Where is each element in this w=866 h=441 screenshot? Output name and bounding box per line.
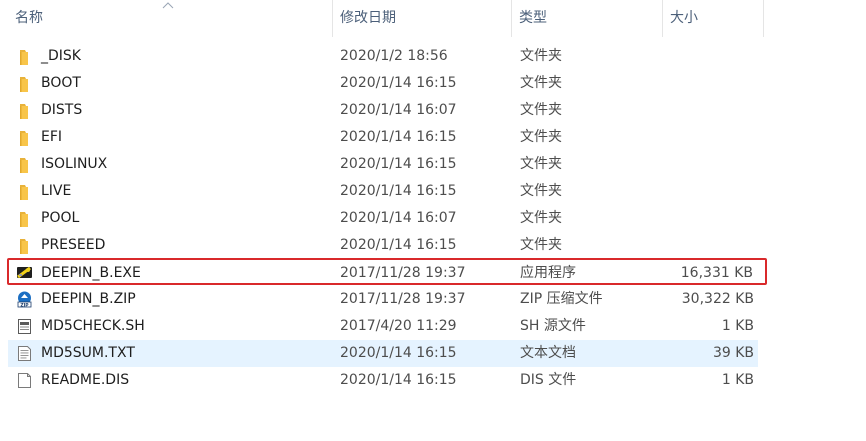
column-size-label: 大小	[670, 10, 698, 26]
column-header: 名称 修改日期 类型 大小	[0, 0, 866, 37]
file-row[interactable]: _DISK 2020/1/2 18:56 文件夹	[8, 43, 758, 70]
column-type[interactable]: 类型	[512, 0, 662, 37]
file-row[interactable]: README.DIS 2020/1/14 16:15 DIS 文件 1 KB	[8, 367, 758, 394]
file-name: README.DIS	[41, 372, 130, 388]
file-type: ZIP 压缩文件	[520, 291, 603, 307]
file-name: DEEPIN_B.ZIP	[41, 291, 136, 307]
file-date: 2017/11/28 19:37	[340, 265, 466, 281]
file-name: DEEPIN_B.EXE	[41, 265, 141, 281]
file-date: 2020/1/14 16:15	[340, 156, 457, 172]
file-row[interactable]: ISOLINUX 2020/1/14 16:15 文件夹	[8, 151, 758, 178]
column-date-label: 修改日期	[340, 10, 396, 26]
folder-icon	[16, 129, 33, 146]
file-date: 2020/1/14 16:15	[340, 129, 457, 145]
file-name: ISOLINUX	[41, 156, 108, 172]
file-date: 2017/11/28 19:37	[340, 291, 466, 307]
sort-ascending-icon	[162, 2, 174, 9]
file-type: 文件夹	[520, 210, 562, 226]
folder-icon	[16, 48, 33, 65]
file-row[interactable]: MD5SUM.TXT 2020/1/14 16:15 文本文档 39 KB	[8, 340, 758, 367]
file-row[interactable]: DEEPIN_B.EXE 2017/11/28 19:37 应用程序 16,331 K…	[7, 258, 767, 285]
folder-icon	[16, 237, 33, 254]
file-name: MD5CHECK.SH	[41, 318, 145, 334]
file-row[interactable]: DISTS 2020/1/14 16:07 文件夹	[8, 97, 758, 124]
file-row[interactable]: PRESEED 2020/1/14 16:15 文件夹	[8, 232, 758, 259]
folder-icon	[16, 75, 33, 92]
file-name: LIVE	[41, 183, 72, 199]
file-row[interactable]: EFI 2020/1/14 16:15 文件夹	[8, 124, 758, 151]
column-type-label: 类型	[519, 10, 547, 26]
file-row[interactable]: LIVE 2020/1/14 16:15 文件夹	[8, 178, 758, 205]
file-name: _DISK	[41, 48, 81, 64]
file-size: 1 KB	[721, 318, 754, 334]
file-date: 2017/4/20 11:29	[340, 318, 457, 334]
file-row[interactable]: MD5CHECK.SH 2017/4/20 11:29 SH 源文件 1 KB	[8, 313, 758, 340]
script-file-icon	[16, 318, 33, 335]
folder-icon	[16, 183, 33, 200]
file-type: 文件夹	[520, 75, 562, 91]
file-size: 16,331 KB	[680, 265, 753, 281]
file-date: 2020/1/14 16:15	[340, 345, 457, 361]
file-name: PRESEED	[41, 237, 106, 253]
column-divider[interactable]	[763, 0, 764, 37]
column-name-label: 名称	[15, 10, 43, 26]
file-name: EFI	[41, 129, 63, 145]
file-date: 2020/1/14 16:15	[340, 237, 457, 253]
svg-text:ZIP: ZIP	[20, 302, 29, 308]
file-date: 2020/1/14 16:15	[340, 372, 457, 388]
file-row[interactable]: ZIP DEEPIN_B.ZIP 2017/11/28 19:37 ZIP 压缩文件 3…	[8, 286, 758, 313]
folder-icon	[16, 156, 33, 173]
column-size[interactable]: 大小	[663, 0, 763, 37]
file-size: 39 KB	[712, 345, 754, 361]
file-type: 文件夹	[520, 102, 562, 118]
file-row[interactable]: POOL 2020/1/14 16:07 文件夹	[8, 205, 758, 232]
folder-icon	[16, 210, 33, 227]
file-size: 30,322 KB	[681, 291, 754, 307]
file-type: DIS 文件	[520, 372, 577, 388]
column-date[interactable]: 修改日期	[333, 0, 511, 37]
text-file-icon	[16, 345, 33, 362]
file-name: BOOT	[41, 75, 81, 91]
blank-file-icon	[16, 372, 33, 389]
file-type: 文本文档	[520, 345, 576, 361]
file-type: 文件夹	[520, 237, 562, 253]
file-date: 2020/1/14 16:15	[340, 75, 457, 91]
file-type: 文件夹	[520, 48, 562, 64]
file-name: DISTS	[41, 102, 83, 118]
file-name: MD5SUM.TXT	[41, 345, 135, 361]
folder-icon	[16, 102, 33, 119]
file-type: 应用程序	[520, 265, 576, 281]
file-date: 2020/1/14 16:07	[340, 210, 457, 226]
file-type: 文件夹	[520, 156, 562, 172]
file-row[interactable]: BOOT 2020/1/14 16:15 文件夹	[8, 70, 758, 97]
file-date: 2020/1/2 18:56	[340, 48, 448, 64]
file-name: POOL	[41, 210, 80, 226]
file-date: 2020/1/14 16:15	[340, 183, 457, 199]
exe-icon	[16, 264, 33, 281]
file-size: 1 KB	[721, 372, 754, 388]
file-type: 文件夹	[520, 183, 562, 199]
file-date: 2020/1/14 16:07	[340, 102, 457, 118]
file-type: SH 源文件	[520, 318, 586, 334]
file-type: 文件夹	[520, 129, 562, 145]
zip-icon: ZIP	[16, 291, 33, 308]
